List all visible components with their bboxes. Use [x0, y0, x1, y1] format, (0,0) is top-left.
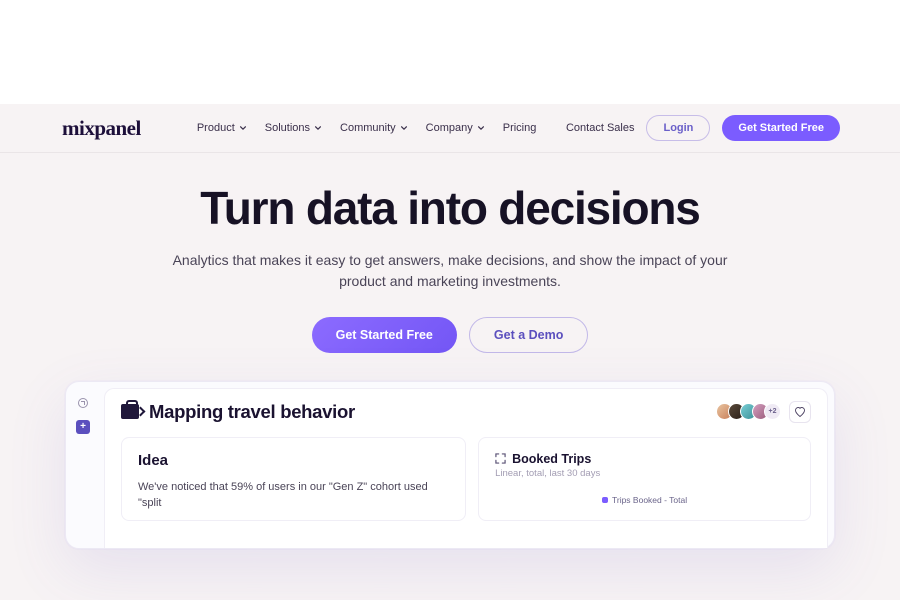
- dashboard-header: Mapping travel behavior +2: [105, 389, 827, 433]
- hero-cta: Get Started Free Get a Demo: [0, 317, 900, 353]
- nav-right: Contact Sales Login Get Started Free: [566, 115, 840, 141]
- nav-item-community[interactable]: Community: [340, 122, 408, 134]
- nav-label: Company: [426, 122, 473, 134]
- favorite-button[interactable]: [789, 401, 811, 423]
- get-started-cta[interactable]: Get Started Free: [312, 317, 457, 353]
- nav-item-company[interactable]: Company: [426, 122, 485, 134]
- chevron-down-icon: [400, 124, 408, 132]
- nav-item-pricing[interactable]: Pricing: [503, 122, 537, 134]
- hero-subtitle: Analytics that makes it easy to get answ…: [170, 250, 730, 293]
- idea-card[interactable]: Idea We've noticed that 59% of users in …: [121, 437, 466, 521]
- dashboard-preview: + Mapping travel behavior +2: [65, 381, 835, 549]
- chevron-down-icon: [239, 124, 247, 132]
- booked-trips-card[interactable]: Booked Trips Linear, total, last 30 days…: [478, 437, 811, 521]
- plus-icon[interactable]: +: [76, 420, 90, 434]
- hero-title: Turn data into decisions: [0, 183, 900, 234]
- nav-label: Community: [340, 122, 396, 134]
- collaborator-avatars[interactable]: +2: [716, 403, 781, 420]
- idea-body: We've noticed that 59% of users in our "…: [138, 479, 449, 512]
- nav-item-product[interactable]: Product: [197, 122, 247, 134]
- legend-label: Trips Booked - Total: [612, 495, 687, 505]
- login-button[interactable]: Login: [646, 115, 710, 141]
- hero: Turn data into decisions Analytics that …: [0, 153, 900, 353]
- chevron-down-icon: [314, 124, 322, 132]
- chevron-down-icon: [477, 124, 485, 132]
- nav-label: Solutions: [265, 122, 310, 134]
- booked-title: Booked Trips: [512, 452, 591, 466]
- dashboard-body: Idea We've noticed that 59% of users in …: [105, 433, 827, 521]
- idea-heading: Idea: [138, 452, 449, 469]
- nav-label: Pricing: [503, 122, 537, 134]
- booked-header: Booked Trips: [495, 452, 794, 466]
- get-started-button[interactable]: Get Started Free: [722, 115, 840, 141]
- clock-icon[interactable]: [76, 396, 90, 410]
- dashboard-header-right: +2: [716, 401, 811, 423]
- heart-icon: [794, 406, 806, 418]
- chart-legend: Trips Booked - Total: [495, 495, 794, 505]
- nav-label: Product: [197, 122, 235, 134]
- nav-item-solutions[interactable]: Solutions: [265, 122, 322, 134]
- get-demo-cta[interactable]: Get a Demo: [469, 317, 588, 353]
- avatar-more: +2: [764, 403, 781, 420]
- navbar: mixpanel Product Solutions Community Com…: [0, 104, 900, 153]
- dashboard-title: Mapping travel behavior: [149, 401, 355, 423]
- logo[interactable]: mixpanel: [62, 116, 141, 141]
- expand-icon: [495, 453, 506, 464]
- legend-swatch: [602, 497, 608, 503]
- briefcase-icon: [121, 404, 139, 419]
- dashboard-rail: +: [76, 396, 90, 434]
- booked-subtitle: Linear, total, last 30 days: [495, 468, 794, 479]
- contact-sales-link[interactable]: Contact Sales: [566, 122, 634, 134]
- dashboard-inner: Mapping travel behavior +2 I: [104, 388, 828, 548]
- nav-menu: Product Solutions Community Company Pric…: [197, 122, 537, 134]
